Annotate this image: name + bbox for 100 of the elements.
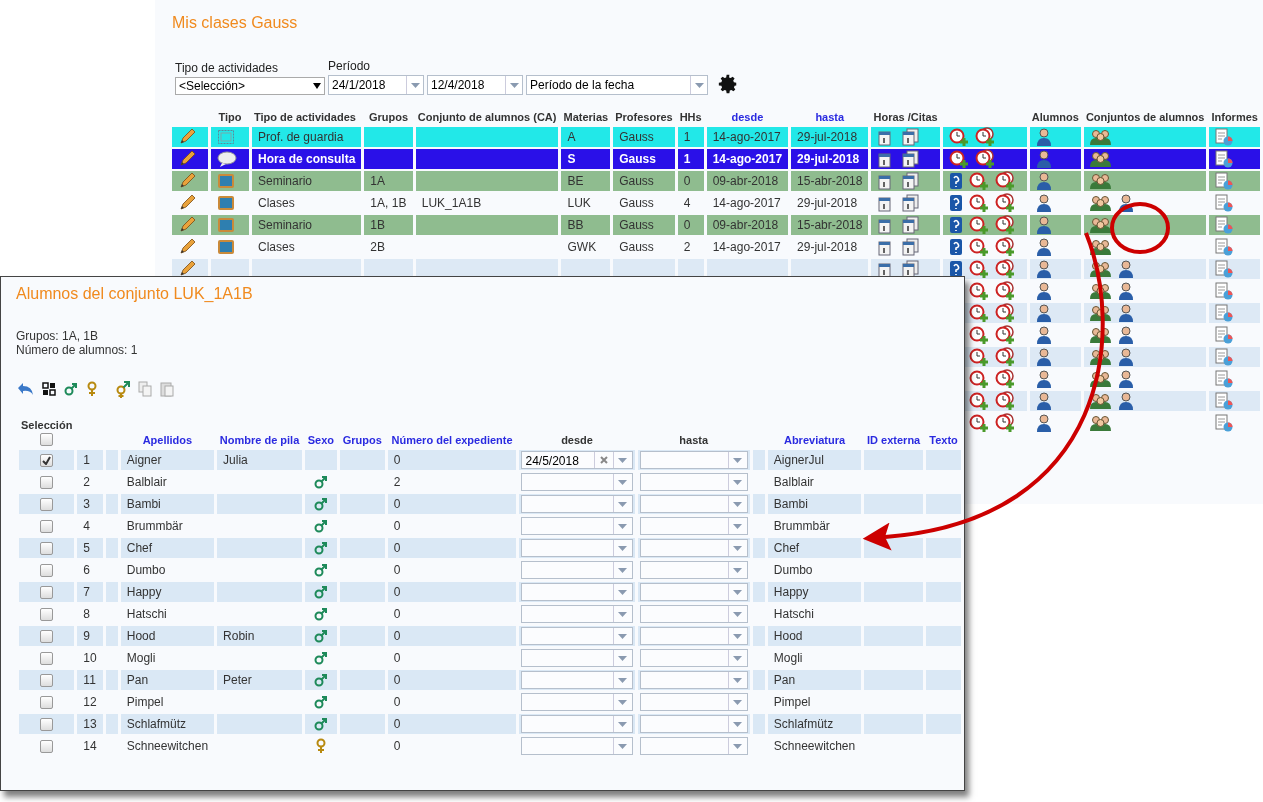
pencil-icon[interactable]: [178, 238, 196, 256]
column-header[interactable]: desde: [706, 109, 789, 125]
student-icon[interactable]: [1035, 260, 1052, 278]
date-field[interactable]: 12/4/2018: [427, 75, 523, 95]
column-header[interactable]: Abreviatura: [767, 417, 862, 448]
group-icon[interactable]: [1089, 393, 1112, 409]
clocks-plus-icon[interactable]: [994, 259, 1015, 279]
student-icon[interactable]: [1035, 238, 1052, 256]
row-checkbox[interactable]: [40, 696, 54, 710]
group-icon[interactable]: [1089, 349, 1112, 365]
activity-type-select[interactable]: <Selección>: [175, 77, 325, 95]
clear-icon[interactable]: [599, 456, 608, 464]
clocks-plus-icon[interactable]: [994, 171, 1015, 191]
clock-plus-icon[interactable]: [968, 369, 989, 389]
group-icon[interactable]: [1089, 129, 1112, 145]
column-header[interactable]: Texto: [926, 417, 961, 448]
clocks-plus-icon[interactable]: [994, 303, 1015, 323]
pencil-icon[interactable]: [178, 260, 196, 278]
column-header[interactable]: Apellidos: [120, 417, 215, 448]
group-icon[interactable]: [1089, 283, 1112, 299]
date-field[interactable]: [521, 473, 633, 491]
column-header[interactable]: ID externa: [864, 417, 924, 448]
calendars-icon[interactable]: [901, 238, 920, 256]
student-icon[interactable]: [1035, 304, 1052, 322]
pencil-icon[interactable]: [178, 194, 196, 212]
student-set-icon[interactable]: [1117, 282, 1134, 300]
student-icon[interactable]: [1035, 370, 1052, 388]
clocks-plus-icon[interactable]: [994, 193, 1015, 213]
row-checkbox[interactable]: [40, 652, 54, 666]
row-checkbox[interactable]: [40, 674, 54, 688]
clock-plus-icon[interactable]: [948, 149, 969, 169]
date-field[interactable]: 24/5/2018: [521, 451, 633, 469]
group-icon[interactable]: [1089, 327, 1112, 343]
date-field[interactable]: [639, 737, 748, 755]
column-header[interactable]: hasta: [791, 109, 869, 125]
clock-plus-icon[interactable]: [968, 215, 989, 235]
clocks-plus-icon[interactable]: [994, 347, 1015, 367]
row-checkbox[interactable]: [40, 476, 54, 490]
period-select[interactable]: Período de la fecha: [526, 75, 708, 95]
group-icon[interactable]: [1089, 151, 1112, 167]
group-icon[interactable]: [1089, 217, 1112, 233]
row-checkbox[interactable]: [40, 740, 54, 754]
row-checkbox[interactable]: [40, 520, 54, 534]
student-set-icon[interactable]: [1117, 392, 1134, 410]
student-icon[interactable]: [1035, 172, 1052, 190]
student-icon[interactable]: [1035, 194, 1052, 212]
student-set-icon[interactable]: [1117, 194, 1134, 212]
calendars-icon[interactable]: [901, 128, 920, 146]
student-icon[interactable]: [1035, 282, 1052, 300]
calendars-icon[interactable]: [901, 216, 920, 234]
undo-icon[interactable]: [16, 382, 34, 396]
clock-plus-icon[interactable]: [968, 391, 989, 411]
student-icon[interactable]: [1035, 150, 1052, 168]
clock-plus-icon[interactable]: [968, 259, 989, 279]
column-header[interactable]: Número del expediente: [387, 417, 517, 448]
clocks-plus-icon[interactable]: [994, 281, 1015, 301]
calendars-icon[interactable]: [901, 172, 920, 190]
student-icon[interactable]: [1035, 326, 1052, 344]
date-field[interactable]: [521, 737, 633, 755]
clocks-plus-icon[interactable]: [994, 369, 1015, 389]
row-checkbox[interactable]: [40, 718, 54, 732]
clocks-plus-icon[interactable]: [994, 391, 1015, 411]
group-icon[interactable]: [1089, 371, 1112, 387]
row-checkbox[interactable]: [40, 586, 54, 600]
clocks-plus-icon[interactable]: [994, 215, 1015, 235]
row-checkbox[interactable]: [40, 608, 54, 622]
clocks-plus-icon[interactable]: [994, 325, 1015, 345]
settings-icon[interactable]: [717, 73, 739, 95]
calendars-icon[interactable]: [901, 194, 920, 212]
pencil-icon[interactable]: [178, 150, 196, 168]
report-icon[interactable]: [1215, 150, 1234, 168]
row-checkbox[interactable]: [40, 630, 54, 644]
date-field[interactable]: 24/1/2018: [328, 75, 424, 95]
date-field[interactable]: [639, 605, 748, 623]
group-icon[interactable]: [1089, 173, 1112, 189]
student-icon[interactable]: [1035, 348, 1052, 366]
group-icon[interactable]: [1089, 239, 1112, 255]
clocks-plus-icon[interactable]: [974, 149, 995, 169]
help-icon[interactable]: [948, 172, 963, 190]
student-set-icon[interactable]: [1117, 260, 1134, 278]
student-set-icon[interactable]: [1117, 348, 1134, 366]
student-icon[interactable]: [1035, 216, 1052, 234]
column-header[interactable]: Sexo: [305, 417, 337, 448]
date-field[interactable]: [639, 693, 748, 711]
clock-plus-icon[interactable]: [968, 303, 989, 323]
student-icon[interactable]: [1035, 414, 1052, 432]
group-icon[interactable]: [1089, 415, 1112, 431]
male-female-icon[interactable]: [114, 379, 130, 399]
date-field[interactable]: [521, 517, 633, 535]
help-icon[interactable]: [948, 238, 963, 256]
help-icon[interactable]: [948, 194, 963, 212]
date-field[interactable]: [521, 561, 633, 579]
help-icon[interactable]: [948, 260, 963, 278]
date-field[interactable]: [521, 605, 633, 623]
row-checkbox[interactable]: [40, 454, 54, 468]
date-field[interactable]: [639, 517, 748, 535]
help-icon[interactable]: [948, 216, 963, 234]
date-field[interactable]: [521, 693, 633, 711]
clock-plus-icon[interactable]: [948, 127, 969, 147]
column-header[interactable]: Grupos: [339, 417, 385, 448]
